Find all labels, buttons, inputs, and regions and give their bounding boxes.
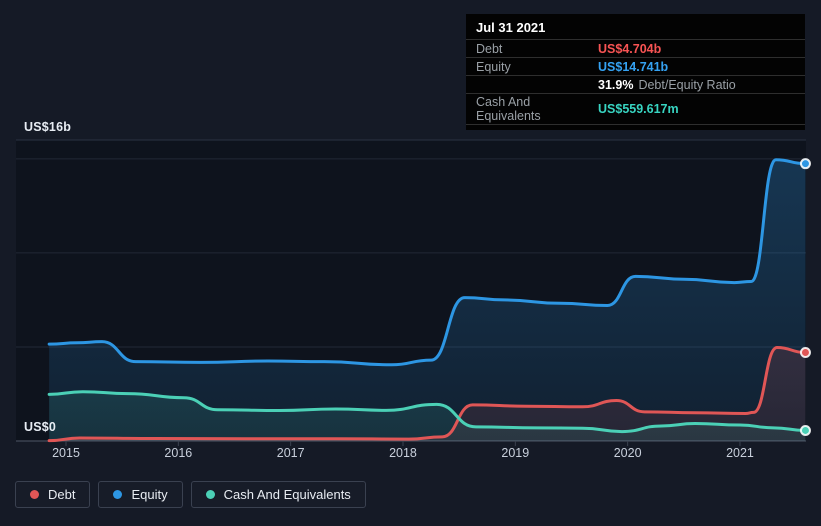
legend-item-cash[interactable]: Cash And Equivalents — [190, 481, 366, 508]
legend-item-debt[interactable]: Debt — [15, 481, 91, 508]
tooltip-debt-row: Debt US$4.704b — [466, 40, 805, 58]
series-end-marker-equity — [799, 158, 811, 170]
tooltip-ratio-percent: 31.9% — [598, 77, 634, 92]
tooltip-equity-value: US$14.741b — [598, 59, 669, 74]
series-end-marker-cash-and-equivalents — [799, 424, 811, 436]
debt-series-dot-icon — [30, 490, 39, 499]
tooltip-cash-label: Cash And Equivalents — [476, 95, 541, 123]
tooltip-cash-row: Cash And Equivalents US$559.617m — [466, 94, 805, 125]
cash-series-dot-icon — [205, 490, 215, 499]
tooltip-debt-value: US$4.704b — [598, 41, 662, 56]
equity-series-dot-icon — [113, 490, 123, 499]
series-end-marker-debt — [799, 347, 811, 359]
legend-item-equity[interactable]: Equity — [98, 481, 183, 508]
legend-cash-label: Cash And Equivalents — [223, 487, 351, 502]
x-axis-label-2018: 2018 — [389, 446, 417, 460]
tooltip-equity-label: Equity — [476, 59, 511, 74]
tooltip-ratio-label: Debt/Equity Ratio — [638, 77, 736, 92]
legend-equity-label: Equity — [131, 487, 168, 502]
x-axis-label-2016: 2016 — [164, 446, 193, 460]
tooltip-equity-row: Equity US$14.741b — [466, 58, 805, 76]
y-axis-zero-label: US$0 — [24, 420, 57, 434]
legend-debt-label: Debt — [48, 487, 76, 502]
tooltip-debt-label: Debt — [476, 41, 503, 56]
tooltip-cash-value: US$559.617m — [598, 102, 679, 116]
chart-tooltip: Jul 31 2021 Debt US$4.704b Equity US$14.… — [466, 14, 805, 130]
debt-equity-history-chart: US$16b US$0 2015 2016 2017 2018 2019 2020 2021… — [0, 0, 821, 526]
x-axis-label-2021: 2021 — [726, 446, 754, 460]
x-axis-label-2020: 2020 — [613, 446, 642, 460]
x-axis-label-2019: 2019 — [501, 446, 530, 460]
y-axis-max-label: US$16b — [24, 120, 72, 134]
tooltip-ratio-row: 31.9% Debt/Equity Ratio — [466, 76, 805, 94]
x-axis-label-2017: 2017 — [276, 446, 305, 460]
chart-legend: Debt Equity Cash And Equivalents — [15, 481, 366, 508]
x-axis-label-2015: 2015 — [52, 446, 80, 460]
tooltip-date: Jul 31 2021 — [466, 14, 805, 40]
